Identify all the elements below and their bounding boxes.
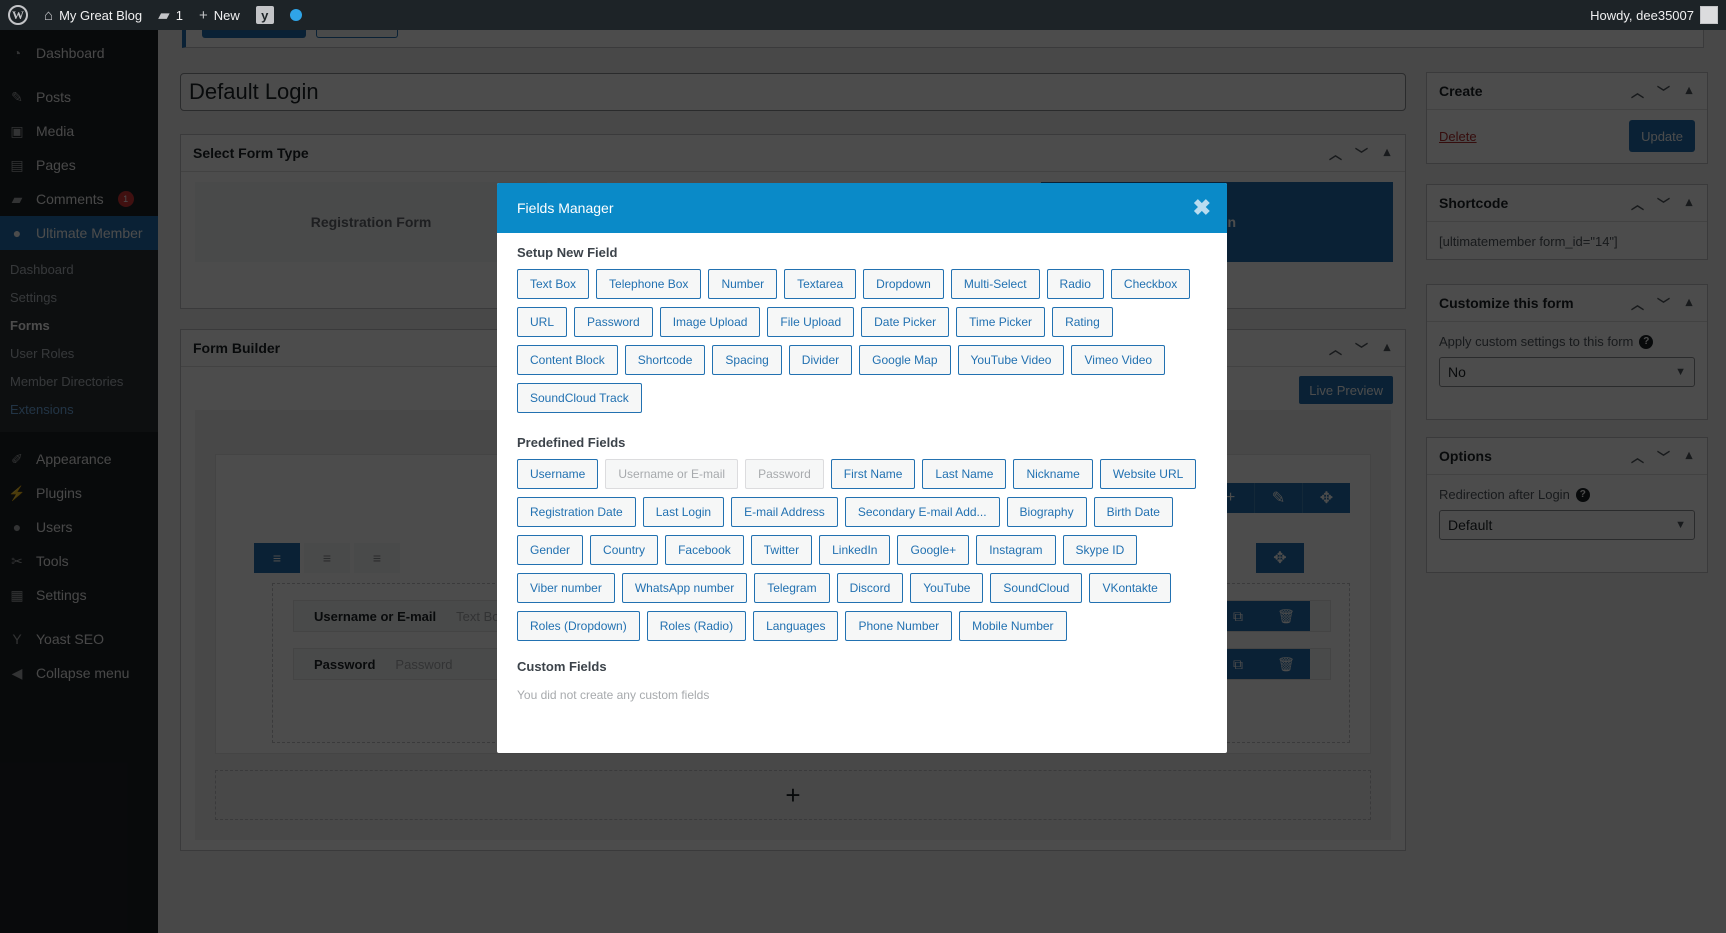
predefined-skype-id-button[interactable]: Skype ID (1062, 535, 1138, 565)
predefined-discord-button[interactable]: Discord (836, 573, 904, 603)
add-field-telephone-box-button[interactable]: Telephone Box (596, 269, 702, 299)
add-field-date-picker-button[interactable]: Date Picker (861, 307, 950, 337)
predefined-linkedin-button[interactable]: LinkedIn (819, 535, 891, 565)
predefined-instagram-button[interactable]: Instagram (976, 535, 1056, 565)
predefined-nickname-button[interactable]: Nickname (1013, 459, 1093, 489)
predefined-fields-heading: Predefined Fields (517, 435, 626, 450)
predefined-secondary-e-mail-add-button[interactable]: Secondary E-mail Add... (844, 497, 1000, 527)
predefined-vkontakte-button[interactable]: VKontakte (1089, 573, 1171, 603)
custom-fields-empty-message: You did not create any custom fields (517, 688, 710, 702)
status-dot-icon (289, 9, 302, 21)
setup-field-buttons: Text Box Telephone Box Number Textarea Dropd… (517, 269, 1207, 413)
home-icon: ⌂ (44, 6, 54, 24)
predefined-phone-number-button[interactable]: Phone Number (845, 611, 953, 641)
site-name-link[interactable]: ⌂ My Great Blog (36, 0, 150, 30)
plus-icon: + (198, 6, 208, 24)
add-field-textarea-button[interactable]: Textarea (784, 269, 857, 299)
predefined-website-url-button[interactable]: Website URL (1099, 459, 1197, 489)
status-dot-menu[interactable] (282, 0, 310, 30)
new-label: New (213, 7, 240, 23)
predefined-mobile-number-button[interactable]: Mobile Number (959, 611, 1067, 641)
modal-header: Fields Manager ✖ (497, 183, 1227, 233)
add-field-soundcloud-track-button[interactable]: SoundCloud Track (517, 383, 642, 413)
add-field-spacing-button[interactable]: Spacing (712, 345, 782, 375)
fields-manager-modal: Fields Manager ✖ Setup New Field Text Bo… (497, 183, 1227, 753)
add-field-youtube-video-button[interactable]: YouTube Video (957, 345, 1065, 375)
add-field-image-upload-button[interactable]: Image Upload (659, 307, 761, 337)
yoast-menu[interactable]: y (248, 0, 282, 30)
add-field-text-box-button[interactable]: Text Box (517, 269, 590, 299)
new-content-link[interactable]: + New (191, 0, 248, 30)
predefined-username-button[interactable]: Username (517, 459, 599, 489)
add-field-google-map-button[interactable]: Google Map (859, 345, 951, 375)
add-field-content-block-button[interactable]: Content Block (517, 345, 618, 375)
site-name: My Great Blog (59, 7, 143, 23)
predefined-last-login-button[interactable]: Last Login (642, 497, 725, 527)
howdy-text: Howdy, dee35007 (1590, 7, 1694, 23)
predefined-username-or-e-mail-button: Username or E-mail (605, 459, 739, 489)
predefined-biography-button[interactable]: Biography (1006, 497, 1087, 527)
predefined-youtube-button[interactable]: YouTube (910, 573, 984, 603)
avatar (1700, 6, 1718, 24)
add-field-url-button[interactable]: URL (517, 307, 568, 337)
add-field-radio-button[interactable]: Radio (1046, 269, 1104, 299)
predefined-soundcloud-button[interactable]: SoundCloud (990, 573, 1083, 603)
predefined-twitter-button[interactable]: Twitter (750, 535, 813, 565)
add-field-time-picker-button[interactable]: Time Picker (956, 307, 1046, 337)
modal-title: Fields Manager (517, 200, 614, 216)
wp-logo-menu[interactable]: W (0, 0, 36, 30)
add-field-shortcode-button[interactable]: Shortcode (624, 345, 706, 375)
predefined-registration-date-button[interactable]: Registration Date (517, 497, 636, 527)
predefined-last-name-button[interactable]: Last Name (922, 459, 1007, 489)
add-field-checkbox-button[interactable]: Checkbox (1110, 269, 1191, 299)
add-field-file-upload-button[interactable]: File Upload (767, 307, 855, 337)
yoast-icon: y (255, 6, 274, 24)
comments-count: 1 (175, 7, 183, 23)
predefined-whatsapp-number-button[interactable]: WhatsApp number (621, 573, 748, 603)
predefined-roles-dropdown-button[interactable]: Roles (Dropdown) (517, 611, 640, 641)
comment-icon: ▰ (158, 7, 170, 24)
predefined-password-button: Password (745, 459, 824, 489)
add-field-password-button[interactable]: Password (574, 307, 653, 337)
comments-link[interactable]: ▰ 1 (150, 0, 191, 30)
predefined-telegram-button[interactable]: Telegram (754, 573, 830, 603)
my-account-menu[interactable]: Howdy, dee35007 (1582, 0, 1726, 30)
predefined-gender-button[interactable]: Gender (517, 535, 584, 565)
predefined-viber-number-button[interactable]: Viber number (517, 573, 615, 603)
custom-fields-heading: Custom Fields (517, 659, 607, 674)
predefined-field-buttons: Username Username or E-mail Password First … (517, 459, 1207, 641)
add-field-number-button[interactable]: Number (708, 269, 778, 299)
predefined-roles-radio-button[interactable]: Roles (Radio) (646, 611, 747, 641)
predefined-birth-date-button[interactable]: Birth Date (1093, 497, 1173, 527)
close-icon[interactable]: ✖ (1193, 197, 1211, 219)
predefined-google-button[interactable]: Google+ (897, 535, 970, 565)
add-field-rating-button[interactable]: Rating (1052, 307, 1113, 337)
add-field-divider-button[interactable]: Divider (788, 345, 853, 375)
setup-new-field-heading: Setup New Field (517, 245, 618, 260)
wordpress-logo-icon: W (8, 5, 28, 25)
predefined-languages-button[interactable]: Languages (753, 611, 839, 641)
predefined-country-button[interactable]: Country (590, 535, 659, 565)
add-field-multi-select-button[interactable]: Multi-Select (950, 269, 1040, 299)
add-field-vimeo-video-button[interactable]: Vimeo Video (1071, 345, 1166, 375)
add-field-dropdown-button[interactable]: Dropdown (863, 269, 944, 299)
predefined-e-mail-address-button[interactable]: E-mail Address (731, 497, 838, 527)
predefined-facebook-button[interactable]: Facebook (665, 535, 744, 565)
predefined-first-name-button[interactable]: First Name (830, 459, 916, 489)
admin-bar: W ⌂ My Great Blog ▰ 1 + New y Howdy, dee… (0, 0, 1726, 30)
